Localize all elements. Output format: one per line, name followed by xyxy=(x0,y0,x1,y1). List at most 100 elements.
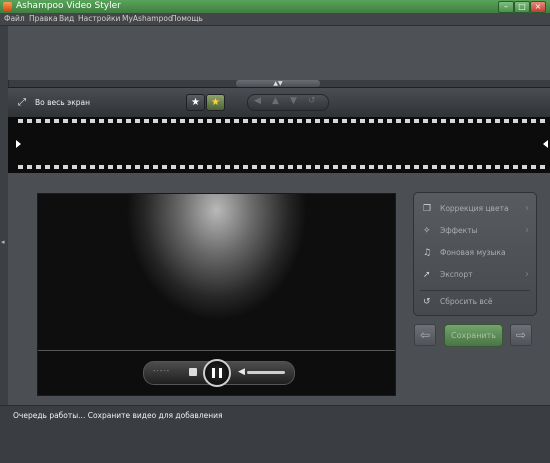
film-perforation xyxy=(477,119,482,123)
volume-slider[interactable] xyxy=(247,371,285,374)
film-perforation xyxy=(378,119,383,123)
film-perforation xyxy=(306,119,311,123)
film-perforation xyxy=(54,119,59,123)
collapse-handle-icon[interactable]: ▲▼ xyxy=(236,80,320,87)
pause-icon xyxy=(212,368,215,378)
film-perforation xyxy=(387,119,392,123)
back-button[interactable]: ⇦ xyxy=(414,324,436,346)
panel-item-color-correction[interactable]: ❐ Коррекция цвета › xyxy=(414,198,536,220)
volume-icon[interactable]: ◀ xyxy=(238,367,245,377)
fullscreen-label[interactable]: Во весь экран xyxy=(35,98,90,107)
film-perforation xyxy=(225,165,230,169)
forward-button[interactable]: ⇨ xyxy=(510,324,532,346)
menu-help[interactable]: Помощь xyxy=(171,14,203,23)
film-perforation xyxy=(459,165,464,169)
top-panel xyxy=(8,26,550,80)
filmstrip[interactable] xyxy=(8,117,550,173)
film-perforation xyxy=(27,165,32,169)
filmstrip-perforation-top xyxy=(18,119,546,123)
star-button[interactable]: ★ xyxy=(186,94,205,111)
film-perforation xyxy=(81,119,86,123)
film-perforation xyxy=(72,119,77,123)
down-icon[interactable]: ▼ xyxy=(290,96,297,106)
film-perforation xyxy=(504,119,509,123)
film-perforation xyxy=(297,165,302,169)
menu-myashampoo[interactable]: MyAshampoo xyxy=(122,14,173,23)
film-perforation xyxy=(153,119,158,123)
film-perforation xyxy=(360,165,365,169)
stop-icon[interactable] xyxy=(189,368,197,376)
film-perforation xyxy=(414,165,419,169)
panel-item-export[interactable]: ➚ Экспорт › xyxy=(414,264,536,286)
film-perforation xyxy=(495,119,500,123)
fullscreen-icon[interactable]: ⤢ xyxy=(18,97,26,108)
film-perforation xyxy=(441,165,446,169)
film-perforation xyxy=(108,119,113,123)
film-perforation xyxy=(144,119,149,123)
scroll-right-icon[interactable] xyxy=(543,140,548,148)
film-perforation xyxy=(63,165,68,169)
up-icon[interactable]: ▲ xyxy=(272,96,279,106)
film-perforation xyxy=(162,119,167,123)
save-button[interactable]: Сохранить xyxy=(444,324,503,347)
splitter-arrow-icon[interactable]: ◂ xyxy=(1,238,7,246)
film-perforation xyxy=(306,165,311,169)
film-perforation xyxy=(342,119,347,123)
menu-edit[interactable]: Правка xyxy=(29,14,58,23)
pause-button[interactable] xyxy=(203,359,231,387)
menu-file[interactable]: Файл xyxy=(4,14,25,23)
film-perforation xyxy=(72,165,77,169)
film-perforation xyxy=(171,119,176,123)
menu-view[interactable]: Вид xyxy=(59,14,74,23)
undo-icon[interactable]: ↺ xyxy=(308,96,316,106)
film-perforation xyxy=(432,119,437,123)
favorite-button[interactable]: ★ xyxy=(206,94,225,111)
film-perforation xyxy=(81,165,86,169)
film-perforation xyxy=(153,165,158,169)
menu-bar: Файл Правка Вид Настройки MyAshampoo Пом… xyxy=(0,13,550,26)
film-perforation xyxy=(234,165,239,169)
filmstrip-perforation-bottom xyxy=(18,165,546,169)
scroll-left-icon[interactable] xyxy=(16,140,21,148)
reset-icon: ↺ xyxy=(423,297,431,307)
film-perforation xyxy=(315,119,320,123)
film-perforation xyxy=(171,165,176,169)
film-perforation xyxy=(288,119,293,123)
film-perforation xyxy=(531,119,536,123)
clip-navigation-group[interactable]: ◀ ▲ ▼ ↺ xyxy=(247,94,329,111)
film-perforation xyxy=(324,165,329,169)
film-perforation xyxy=(189,119,194,123)
speed-icon[interactable]: -·-·- xyxy=(153,367,170,375)
film-perforation xyxy=(486,119,491,123)
film-perforation xyxy=(162,165,167,169)
rewind-icon[interactable]: ◀ xyxy=(254,96,261,106)
maximize-icon[interactable]: □ xyxy=(514,1,530,13)
film-perforation xyxy=(405,119,410,123)
film-perforation xyxy=(333,119,338,123)
film-perforation xyxy=(243,165,248,169)
film-perforation xyxy=(261,119,266,123)
film-perforation xyxy=(414,119,419,123)
film-perforation xyxy=(378,165,383,169)
magic-wand-icon: ✧ xyxy=(423,226,431,236)
film-perforation xyxy=(351,119,356,123)
panel-item-background-music[interactable]: ♫ Фоновая музыка xyxy=(414,242,536,264)
menu-settings[interactable]: Настройки xyxy=(78,14,120,23)
panel-item-effects[interactable]: ✧ Эффекты › xyxy=(414,220,536,242)
reset-all-button[interactable]: ↺ Сбросить всё xyxy=(414,291,536,313)
export-arrow-icon: ➚ xyxy=(423,270,431,280)
close-icon[interactable]: × xyxy=(530,1,546,13)
film-perforation xyxy=(324,119,329,123)
film-perforation xyxy=(531,165,536,169)
film-perforation xyxy=(108,165,113,169)
film-perforation xyxy=(126,119,131,123)
film-perforation xyxy=(279,119,284,123)
film-perforation xyxy=(243,119,248,123)
film-perforation xyxy=(369,119,374,123)
minimize-icon[interactable]: – xyxy=(498,1,514,13)
film-perforation xyxy=(117,165,122,169)
film-perforation xyxy=(450,165,455,169)
color-correction-icon: ❐ xyxy=(423,204,432,214)
film-perforation xyxy=(288,165,293,169)
film-perforation xyxy=(459,119,464,123)
